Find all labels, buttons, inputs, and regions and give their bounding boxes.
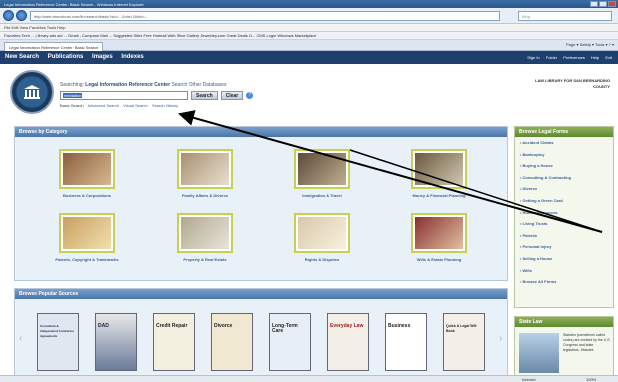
security-zone: Internet bbox=[522, 377, 536, 382]
annotation-arrows bbox=[178, 110, 603, 233]
arrow-to-search-links bbox=[178, 110, 603, 233]
zoom-level[interactable]: 100% bbox=[586, 377, 596, 382]
arrow-line-secondary bbox=[349, 149, 603, 233]
status-bar: Internet 100% bbox=[0, 375, 618, 382]
